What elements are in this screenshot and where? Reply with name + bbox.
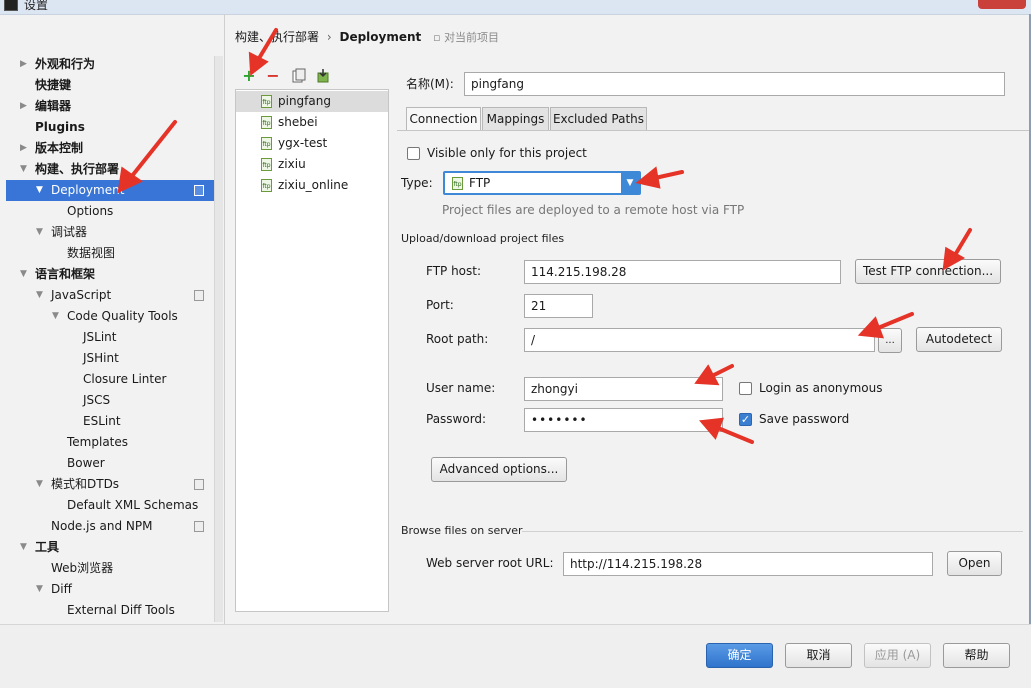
annotation-arrow-pass: [716, 426, 754, 444]
annotation-arrow-add-head: [248, 51, 269, 76]
annotation-arrow-root: [876, 312, 914, 330]
annotation-arrow-add: [256, 28, 278, 62]
annotation-arrow-type: [653, 170, 684, 180]
annotation-arrows: [117, 28, 972, 444]
annotation-arrow-test: [953, 228, 972, 257]
annotation-arrow-root-head: [857, 316, 885, 339]
annotation-arrow-deployment: [130, 120, 177, 178]
annotation-arrow-pass-head: [699, 417, 725, 440]
annotation-arrow-type-head: [635, 166, 661, 189]
annotation-arrow-user-head: [694, 364, 720, 386]
annotation-arrow-user: [710, 364, 734, 378]
